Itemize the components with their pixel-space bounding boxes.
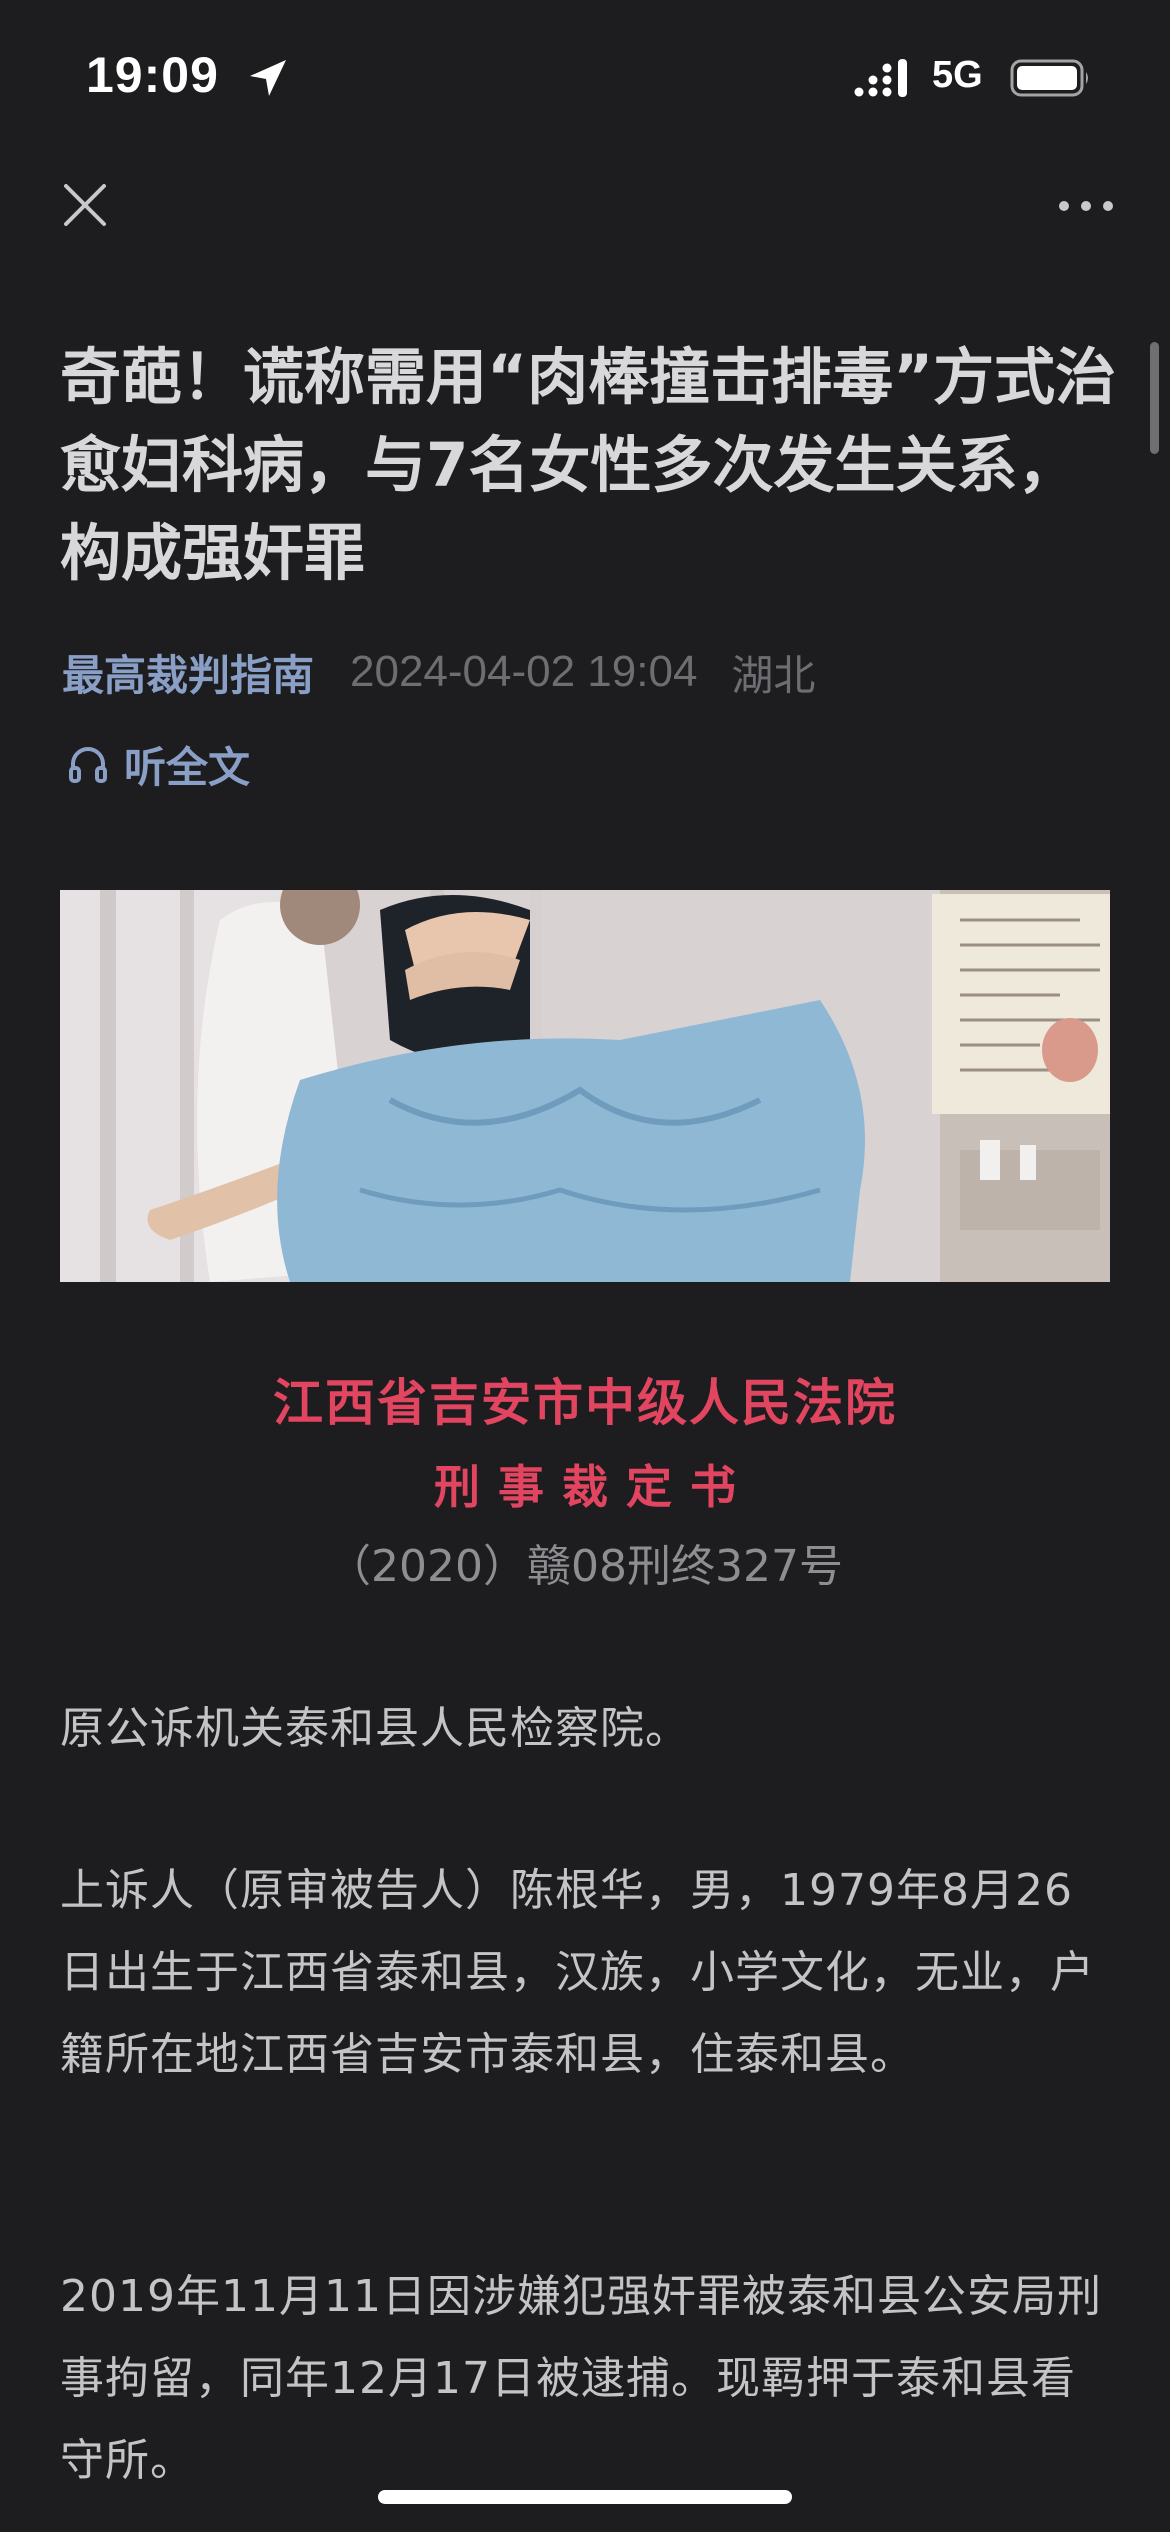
- status-time: 19:09: [86, 47, 219, 103]
- court-name: 江西省吉安市中级人民法院: [273, 1374, 897, 1432]
- home-indicator[interactable]: [378, 2490, 792, 2504]
- article-meta: 最高裁判指南 2024-04-02 19:04 湖北: [62, 642, 815, 702]
- network-label: 5G: [932, 54, 983, 96]
- publish-datetime: 2024-04-02 19:04: [350, 647, 698, 696]
- article-title: 奇葩！谎称需用“肉棒撞击排毒”方式治愈妇科病，与7名女性多次发生关系，构成强奸罪: [60, 342, 1117, 589]
- listen-label: 听全文: [124, 742, 251, 792]
- publish-location: 湖北: [731, 650, 816, 700]
- scroll-indicator[interactable]: [1150, 342, 1159, 454]
- source-account-link[interactable]: 最高裁判指南: [62, 642, 314, 703]
- paragraph-prosecutor: 原公诉机关泰和县人民检察院。: [60, 1703, 690, 1754]
- paragraph-appellant: 上诉人（原审被告人）陈根华，男，1979年8月26日出生于江西省泰和县，汉族，小…: [60, 1865, 1095, 2080]
- case-number: （2020）赣08刑终327号: [327, 1541, 843, 1592]
- listen-full-text-button[interactable]: 听全文: [66, 734, 250, 794]
- headphone-icon: [69, 747, 107, 783]
- article-hero-image[interactable]: [60, 890, 1110, 1282]
- more-icon[interactable]: [1056, 196, 1116, 216]
- paragraph-custody: 2019年11月11日因涉嫌犯强奸罪被泰和县公安局刑事拘留，同年12月17日被逮…: [60, 2271, 1102, 2486]
- signal-icon: [854, 59, 907, 97]
- close-icon[interactable]: [60, 180, 110, 230]
- status-bar: 19:09 5G: [0, 0, 1170, 150]
- location-arrow-icon: [250, 60, 286, 96]
- battery-icon: [1010, 59, 1088, 97]
- document-type: 刑事裁定书: [434, 1460, 754, 1514]
